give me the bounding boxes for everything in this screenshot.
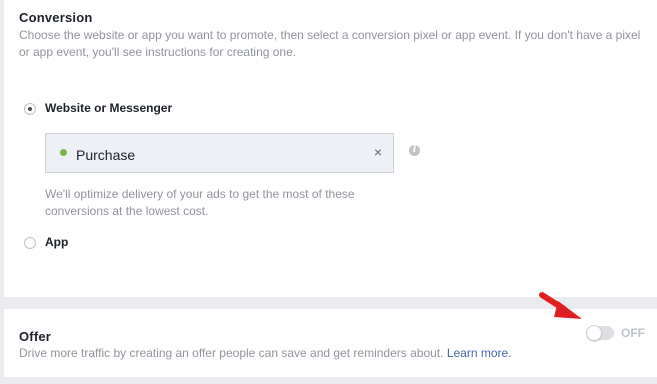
info-icon[interactable]: i (409, 145, 420, 156)
offer-description: Drive more traffic by creating an offer … (19, 345, 512, 362)
helper-text-line2: conversions at the lowest cost. (45, 204, 209, 218)
offer-toggle-knob (586, 325, 602, 341)
learn-more-link[interactable]: Learn more. (447, 346, 512, 360)
clear-icon[interactable]: × (374, 144, 382, 160)
helper-text-line1: We'll optimize delivery of your ads to g… (45, 187, 355, 201)
pixel-event-name: Purchase (76, 147, 136, 163)
conversion-description-line1: Choose the website or app you want to pr… (19, 28, 641, 42)
offer-toggle-state: OFF (621, 326, 645, 340)
optimization-helper-text: We'll optimize delivery of your ads to g… (45, 186, 385, 220)
offer-description-text: Drive more traffic by creating an offer … (19, 346, 444, 360)
conversion-description-line2: or app event, you'll see instructions fo… (19, 45, 297, 59)
website-messenger-radio[interactable] (24, 103, 36, 115)
conversion-section: Conversion Choose the website or app you… (4, 0, 657, 297)
offer-title: Offer (19, 329, 52, 344)
app-label[interactable]: App (45, 235, 68, 249)
app-radio[interactable] (24, 237, 36, 249)
pixel-status-dot-icon (60, 149, 67, 156)
conversion-title: Conversion (19, 10, 93, 25)
conversion-pixel-selector[interactable]: Purchase × (45, 133, 394, 173)
red-arrow-icon (539, 292, 582, 319)
offer-toggle[interactable] (586, 325, 614, 341)
website-messenger-label[interactable]: Website or Messenger (45, 101, 172, 115)
conversion-description: Choose the website or app you want to pr… (19, 27, 640, 61)
